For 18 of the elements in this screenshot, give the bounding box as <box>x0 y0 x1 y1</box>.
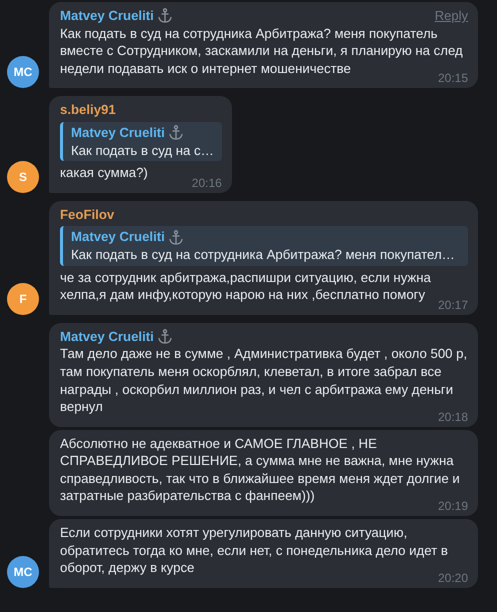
message-time: 20:16 <box>192 176 222 190</box>
sender-name[interactable]: s.beliy91 <box>60 101 116 119</box>
reply-quote[interactable]: Matvey Crueliti Как подать в суд на с… <box>60 122 222 162</box>
reply-quote[interactable]: Matvey Crueliti Как подать в суд на сотрудника Арбитража? меня покупател… <box>60 226 468 266</box>
message-time: 20:18 <box>438 410 468 424</box>
message-time: 20:15 <box>438 71 468 86</box>
quoted-sender: Matvey Crueliti <box>71 228 165 246</box>
quoted-text: Как подать в суд на сотрудника Арбитража? меня покупател… <box>71 246 456 264</box>
message-time: 20:20 <box>438 570 468 585</box>
message-time: 20:17 <box>438 298 468 312</box>
sender-name[interactable]: Matvey Crueliti <box>60 7 154 25</box>
message-time: 20:19 <box>438 499 468 514</box>
message-text: че за сотрудник арбитража,распишри ситуацию, если нужна хелпа,я дам инфу,которую нарою на них ,бесплатно помогу <box>60 268 432 304</box>
sender-name[interactable]: Matvey Crueliti <box>60 328 154 346</box>
sender-name[interactable]: FeoFilov <box>60 206 114 224</box>
quoted-sender: Matvey Crueliti <box>71 124 165 142</box>
message-text: какая сумма?) <box>60 164 149 182</box>
quoted-text: Как подать в суд на с… <box>71 142 214 160</box>
